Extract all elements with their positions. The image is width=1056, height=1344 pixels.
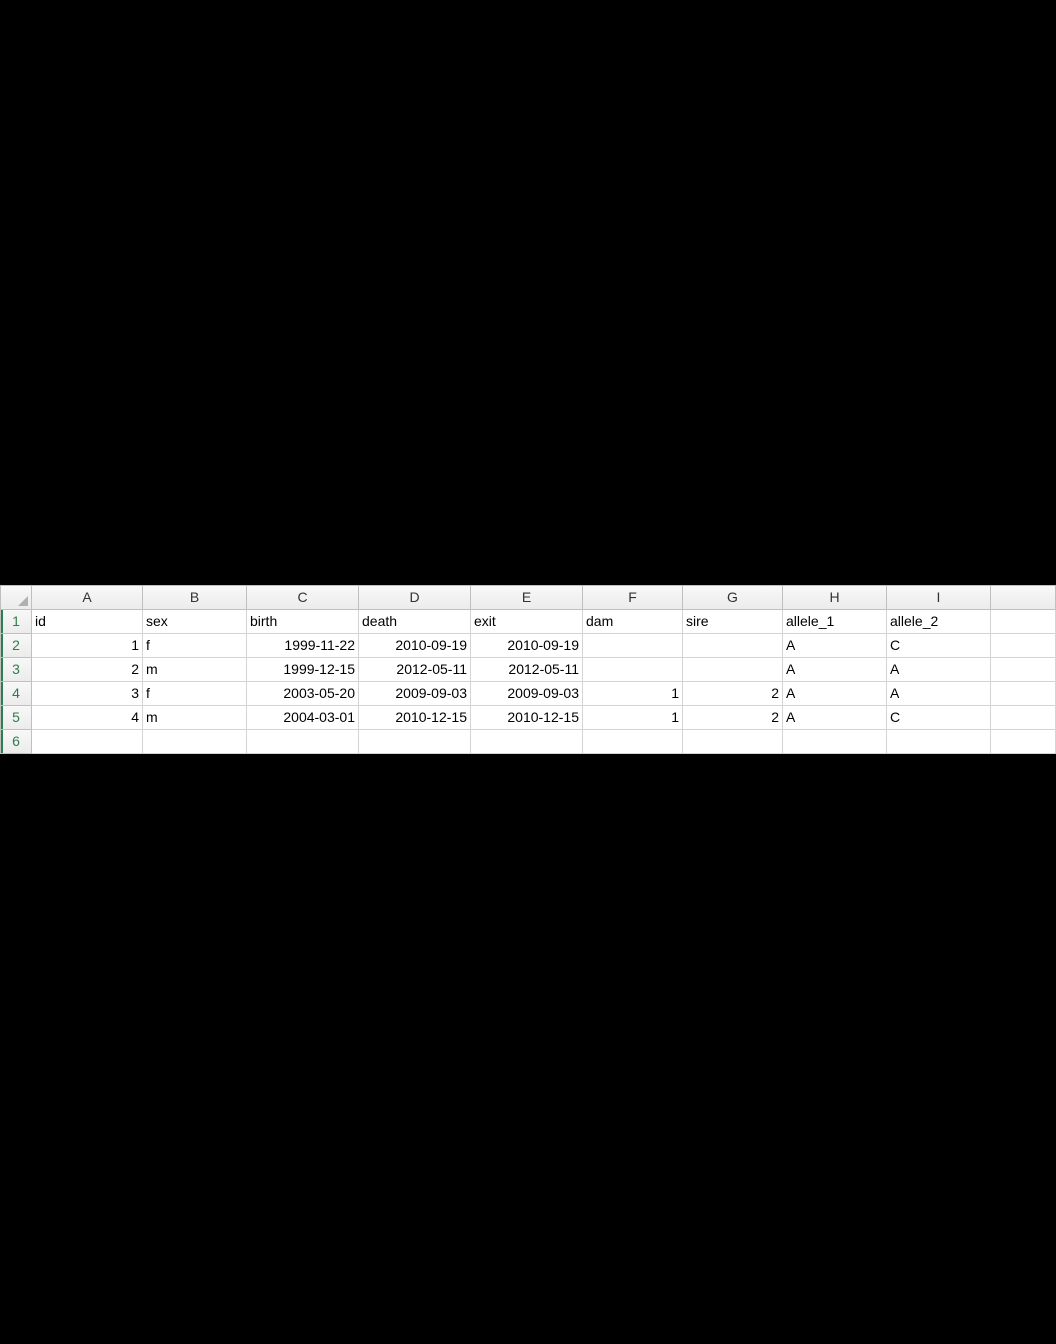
row-header-6[interactable]: 6 xyxy=(0,730,32,754)
cell-h1[interactable]: allele_1 xyxy=(783,610,887,634)
row-header-2[interactable]: 2 xyxy=(0,634,32,658)
row-header-5[interactable]: 5 xyxy=(0,706,32,730)
grid: A B C D E F G H I 1 id sex birth death e… xyxy=(0,585,1056,754)
cell-e2[interactable]: 2010-09-19 xyxy=(471,634,583,658)
cell-a3[interactable]: 2 xyxy=(32,658,143,682)
row-header-3[interactable]: 3 xyxy=(0,658,32,682)
spreadsheet: A B C D E F G H I 1 id sex birth death e… xyxy=(0,585,1056,754)
cell-d4[interactable]: 2009-09-03 xyxy=(359,682,471,706)
cell-e3[interactable]: 2012-05-11 xyxy=(471,658,583,682)
cell-j2[interactable] xyxy=(991,634,1056,658)
cell-i2[interactable]: C xyxy=(887,634,991,658)
cell-f2[interactable] xyxy=(583,634,683,658)
cell-a6[interactable] xyxy=(32,730,143,754)
cell-h4[interactable]: A xyxy=(783,682,887,706)
col-header-g[interactable]: G xyxy=(683,585,783,610)
cell-i1[interactable]: allele_2 xyxy=(887,610,991,634)
col-header-f[interactable]: F xyxy=(583,585,683,610)
cell-g5[interactable]: 2 xyxy=(683,706,783,730)
cell-g3[interactable] xyxy=(683,658,783,682)
row-header-4[interactable]: 4 xyxy=(0,682,32,706)
cell-f5[interactable]: 1 xyxy=(583,706,683,730)
cell-a1[interactable]: id xyxy=(32,610,143,634)
cell-a2[interactable]: 1 xyxy=(32,634,143,658)
col-header-j[interactable] xyxy=(991,585,1056,610)
cell-c3[interactable]: 1999-12-15 xyxy=(247,658,359,682)
cell-d3[interactable]: 2012-05-11 xyxy=(359,658,471,682)
cell-b1[interactable]: sex xyxy=(143,610,247,634)
cell-e5[interactable]: 2010-12-15 xyxy=(471,706,583,730)
cell-h5[interactable]: A xyxy=(783,706,887,730)
cell-a5[interactable]: 4 xyxy=(32,706,143,730)
cell-i3[interactable]: A xyxy=(887,658,991,682)
cell-b2[interactable]: f xyxy=(143,634,247,658)
select-all-corner[interactable] xyxy=(0,585,32,610)
cell-h3[interactable]: A xyxy=(783,658,887,682)
col-header-e[interactable]: E xyxy=(471,585,583,610)
col-header-b[interactable]: B xyxy=(143,585,247,610)
col-header-d[interactable]: D xyxy=(359,585,471,610)
col-header-c[interactable]: C xyxy=(247,585,359,610)
col-header-a[interactable]: A xyxy=(32,585,143,610)
col-header-i[interactable]: I xyxy=(887,585,991,610)
cell-d5[interactable]: 2010-12-15 xyxy=(359,706,471,730)
cell-j6[interactable] xyxy=(991,730,1056,754)
cell-c4[interactable]: 2003-05-20 xyxy=(247,682,359,706)
cell-i4[interactable]: A xyxy=(887,682,991,706)
cell-c2[interactable]: 1999-11-22 xyxy=(247,634,359,658)
cell-h6[interactable] xyxy=(783,730,887,754)
cell-g1[interactable]: sire xyxy=(683,610,783,634)
cell-j5[interactable] xyxy=(991,706,1056,730)
cell-d6[interactable] xyxy=(359,730,471,754)
cell-j3[interactable] xyxy=(991,658,1056,682)
cell-c5[interactable]: 2004-03-01 xyxy=(247,706,359,730)
cell-f4[interactable]: 1 xyxy=(583,682,683,706)
cell-b6[interactable] xyxy=(143,730,247,754)
cell-c6[interactable] xyxy=(247,730,359,754)
col-header-h[interactable]: H xyxy=(783,585,887,610)
cell-a4[interactable]: 3 xyxy=(32,682,143,706)
cell-g2[interactable] xyxy=(683,634,783,658)
cell-i5[interactable]: C xyxy=(887,706,991,730)
cell-g4[interactable]: 2 xyxy=(683,682,783,706)
cell-f6[interactable] xyxy=(583,730,683,754)
cell-j1[interactable] xyxy=(991,610,1056,634)
cell-c1[interactable]: birth xyxy=(247,610,359,634)
cell-d2[interactable]: 2010-09-19 xyxy=(359,634,471,658)
row-header-1[interactable]: 1 xyxy=(0,610,32,634)
cell-b5[interactable]: m xyxy=(143,706,247,730)
cell-e6[interactable] xyxy=(471,730,583,754)
cell-j4[interactable] xyxy=(991,682,1056,706)
cell-f3[interactable] xyxy=(583,658,683,682)
cell-b3[interactable]: m xyxy=(143,658,247,682)
cell-i6[interactable] xyxy=(887,730,991,754)
cell-f1[interactable]: dam xyxy=(583,610,683,634)
cell-h2[interactable]: A xyxy=(783,634,887,658)
cell-e1[interactable]: exit xyxy=(471,610,583,634)
cell-e4[interactable]: 2009-09-03 xyxy=(471,682,583,706)
cell-g6[interactable] xyxy=(683,730,783,754)
cell-d1[interactable]: death xyxy=(359,610,471,634)
cell-b4[interactable]: f xyxy=(143,682,247,706)
